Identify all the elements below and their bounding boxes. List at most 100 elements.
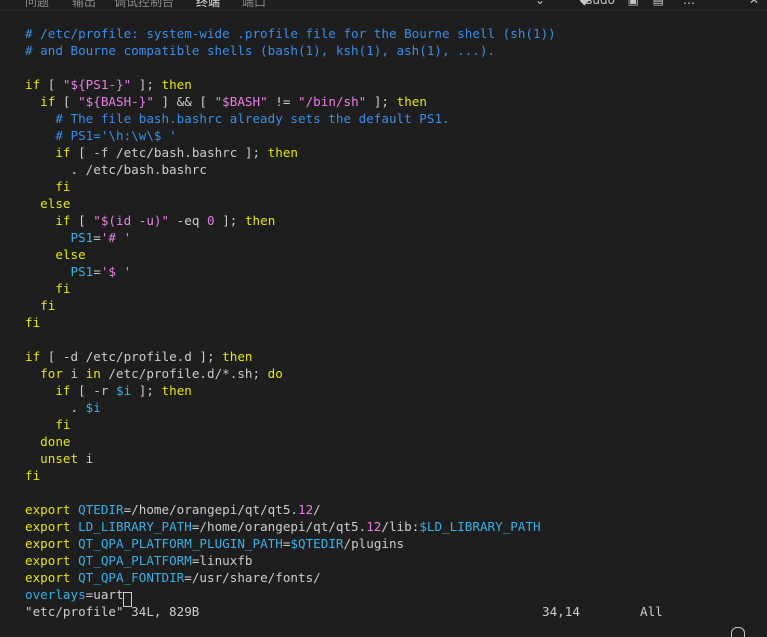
code-token: $QTEDIR <box>290 536 344 551</box>
code-token: # PS1='\h:\w\$ ' <box>55 128 177 143</box>
code-token: /plugins <box>343 536 405 551</box>
more-actions-icon[interactable]: … <box>683 0 695 7</box>
terminal-line: else <box>25 195 755 212</box>
code-token: =uart <box>85 587 124 602</box>
code-token: export <box>25 502 71 517</box>
code-token: # /etc/profile: system-wide .profile fil… <box>25 26 556 41</box>
vim-status-line: "etc/profile" 34L, 829B 34,14 All <box>25 603 755 620</box>
code-token: done <box>40 434 71 449</box>
chevron-down-icon[interactable]: ⌄ <box>535 0 545 7</box>
code-token: ]; <box>214 213 245 228</box>
code-token: PS1 <box>70 264 94 279</box>
tab-terminal[interactable]: 终端 <box>196 0 220 10</box>
code-token: then <box>222 349 253 364</box>
code-token: unset <box>40 451 79 466</box>
terminal-output[interactable]: # /etc/profile: system-wide .profile fil… <box>25 25 755 607</box>
code-token: do <box>267 366 283 381</box>
bell-icon[interactable] <box>731 627 745 637</box>
terminal-line: if [ "${BASH-}" ] && [ "$BASH" != "/bin/… <box>25 93 755 110</box>
code-token: i <box>62 366 86 381</box>
tab-ports[interactable]: 端口 <box>242 0 266 10</box>
code-token: =/home/orangepi/qt/qt5. <box>123 502 298 517</box>
code-token: $i <box>85 400 101 415</box>
code-token: export <box>25 570 71 585</box>
code-token: . /etc/bash.bashrc <box>25 162 207 177</box>
code-token: QT_QPA_PLATFORM_PLUGIN_PATH <box>78 536 283 551</box>
code-token: $i <box>116 383 132 398</box>
code-token: export <box>25 553 71 568</box>
code-token: . <box>25 400 86 415</box>
terminal-line: export QTEDIR=/home/orangepi/qt/qt5.12/ <box>25 501 755 518</box>
terminal-line: export QT_QPA_FONTDIR=/usr/share/fonts/ <box>25 569 755 586</box>
terminal-line: export LD_LIBRARY_PATH=/home/orangepi/qt… <box>25 518 755 535</box>
terminal-line: PS1='$ ' <box>25 263 755 280</box>
code-token: QT_QPA_PLATFORM <box>78 553 192 568</box>
code-token: LD_LIBRARY_PATH <box>78 519 192 534</box>
code-token: / <box>313 502 321 517</box>
code-token: "${PS1-}" <box>62 77 132 92</box>
terminal-line: . /etc/bash.bashrc <box>25 161 755 178</box>
tab-output[interactable]: 输出 <box>72 0 96 10</box>
tab-debug-console[interactable]: 调试控制台 <box>114 0 174 10</box>
terminal-line: PS1='# ' <box>25 229 755 246</box>
code-token: if <box>40 94 56 109</box>
code-token: fi <box>55 417 71 432</box>
panel-tab-bar: 问题 输出 调试控制台 终端 端口 ⌄ ◆ sudo ▣ ▤ … ✕ <box>0 0 767 11</box>
terminal-line: fi <box>25 178 755 195</box>
code-token: 0 <box>207 213 215 228</box>
terminal-line: fi <box>25 314 755 331</box>
code-token: overlays <box>25 587 86 602</box>
code-token: ]; <box>131 383 162 398</box>
code-token: fi <box>55 281 71 296</box>
split-terminal-icon[interactable]: ▣ <box>628 0 639 7</box>
code-token: [ -r <box>70 383 117 398</box>
terminal-shell-label[interactable]: sudo <box>586 0 615 7</box>
cursor-position: 34,14 <box>542 604 580 619</box>
terminal-line: # PS1='\h:\w\$ ' <box>25 127 755 144</box>
close-panel-icon[interactable]: ✕ <box>749 0 759 7</box>
code-token: "${BASH-}" <box>78 94 154 109</box>
code-token: "$BASH" <box>214 94 268 109</box>
code-token: = <box>93 230 101 245</box>
code-token: ]; <box>366 94 397 109</box>
code-token: -eq <box>169 213 208 228</box>
trash-icon[interactable]: ▤ <box>653 0 664 7</box>
code-token: [ <box>40 77 63 92</box>
code-token: $LD_LIBRARY_PATH <box>419 519 541 534</box>
code-token: if <box>55 383 71 398</box>
code-token: '$ ' <box>100 264 132 279</box>
code-token: ]; <box>131 77 162 92</box>
code-token: then <box>161 383 192 398</box>
code-token: QTEDIR <box>78 502 124 517</box>
terminal-line: export QT_QPA_PLATFORM=linuxfb <box>25 552 755 569</box>
terminal-line: # /etc/profile: system-wide .profile fil… <box>25 25 755 42</box>
code-token: = <box>93 264 101 279</box>
code-token: =/home/orangepi/qt/qt5. <box>191 519 367 534</box>
code-token: then <box>161 77 192 92</box>
tab-problems[interactable]: 问题 <box>25 0 49 10</box>
code-token: [ -f /etc/bash.bashrc ]; <box>70 145 268 160</box>
terminal-line: else <box>25 246 755 263</box>
terminal-line: done <box>25 433 755 450</box>
code-token: if <box>55 213 71 228</box>
code-token: =/usr/share/fonts/ <box>184 570 321 585</box>
code-token: i <box>78 451 94 466</box>
